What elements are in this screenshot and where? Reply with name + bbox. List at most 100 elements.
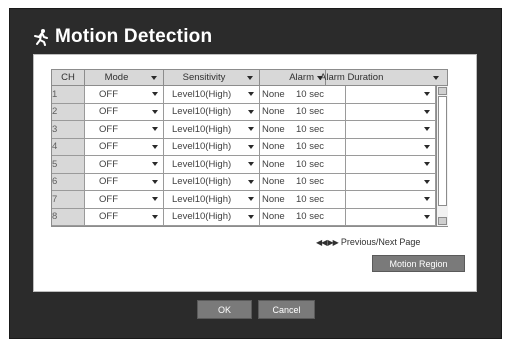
sensitivity-text: Level10(High) (172, 176, 232, 188)
mode-select[interactable]: OFF (85, 121, 164, 138)
scroll-down-button[interactable] (438, 217, 447, 225)
alarm-value[interactable]: None 10 sec (260, 156, 346, 173)
sensitivity-select[interactable]: Level10(High) (164, 173, 260, 190)
mode-select[interactable]: OFF (85, 191, 164, 208)
chevron-down-icon[interactable] (424, 92, 430, 97)
alarm-duration-select[interactable] (346, 138, 436, 155)
sensitivity-select[interactable]: Level10(High) (164, 86, 260, 103)
chevron-down-icon[interactable] (424, 127, 430, 132)
sensitivity-select[interactable]: Level10(High) (164, 191, 260, 208)
chevron-down-icon[interactable] (248, 92, 254, 97)
sensitivity-text: Level10(High) (172, 123, 232, 135)
chevron-down-icon[interactable] (424, 162, 430, 167)
sensitivity-select[interactable]: Level10(High) (164, 208, 260, 225)
mode-select[interactable]: OFF (85, 156, 164, 173)
ch-text: 7 (52, 193, 58, 205)
mode-select[interactable]: OFF (85, 86, 164, 103)
chevron-down-icon[interactable] (248, 197, 254, 202)
chevron-down-icon[interactable] (152, 109, 158, 114)
sensitivity-select[interactable]: Level10(High) (164, 103, 260, 120)
alarm-duration-select[interactable] (346, 191, 436, 208)
mode-select[interactable]: OFF (85, 103, 164, 120)
vertical-scrollbar[interactable] (436, 86, 448, 226)
mode-text: OFF (99, 176, 118, 188)
channel-cell: 1 (52, 86, 85, 103)
chevron-down-icon[interactable] (248, 162, 254, 167)
table-row: 3 OFF Level10(High) None 10 sec (52, 121, 436, 139)
alarm-duration-select[interactable] (346, 86, 436, 103)
mode-text: OFF (99, 193, 118, 205)
sensitivity-text: Level10(High) (172, 106, 232, 118)
mode-text: OFF (99, 123, 118, 135)
content-panel: CH Mode Sensitivity Alarm Alarm Duration… (33, 54, 477, 292)
header-alarm[interactable]: Alarm (260, 70, 326, 86)
scroll-thumb[interactable] (438, 96, 447, 206)
ch-text: 2 (52, 106, 58, 118)
alarm-duration-select[interactable] (346, 121, 436, 138)
chevron-down-icon[interactable] (152, 127, 158, 132)
chevron-down-icon[interactable] (248, 144, 254, 149)
header-alarm-duration[interactable]: Alarm Duration (320, 70, 447, 86)
alarm-text: None (262, 106, 285, 118)
alarm-value[interactable]: None 10 sec (260, 86, 346, 103)
alarm-duration-select[interactable] (346, 103, 436, 120)
alarm-value[interactable]: None 10 sec (260, 173, 346, 190)
chevron-down-icon[interactable] (152, 179, 158, 184)
alarm-text: None (262, 193, 285, 205)
sensitivity-text: Level10(High) (172, 158, 232, 170)
cancel-button[interactable]: Cancel (258, 300, 315, 319)
sensitivity-select[interactable]: Level10(High) (164, 156, 260, 173)
duration-text: 10 sec (296, 141, 324, 153)
mode-select[interactable]: OFF (85, 173, 164, 190)
ch-text: 3 (52, 123, 58, 135)
chevron-down-icon[interactable] (248, 109, 254, 114)
alarm-value[interactable]: None 10 sec (260, 138, 346, 155)
chevron-down-icon[interactable] (152, 162, 158, 167)
sensitivity-select[interactable]: Level10(High) (164, 121, 260, 138)
ok-button[interactable]: OK (197, 300, 252, 319)
alarm-duration-select[interactable] (346, 173, 436, 190)
chevron-down-icon[interactable] (424, 214, 430, 219)
channel-cell: 6 (52, 173, 85, 190)
alarm-value[interactable]: None 10 sec (260, 121, 346, 138)
chevron-down-icon[interactable] (152, 214, 158, 219)
alarm-duration-select[interactable] (346, 156, 436, 173)
dialog-title-bar: Motion Detection (31, 24, 212, 50)
chevron-down-icon (151, 75, 157, 80)
duration-text: 10 sec (296, 88, 324, 100)
header-mode[interactable]: Mode (85, 70, 164, 86)
chevron-down-icon[interactable] (152, 144, 158, 149)
page-navigation[interactable]: ◀◀ ▶▶ Previous/Next Page (316, 237, 420, 247)
alarm-text: None (262, 88, 285, 100)
page-arrows-icon[interactable]: ◀◀ ▶▶ (316, 238, 339, 247)
mode-select[interactable]: OFF (85, 208, 164, 225)
chevron-down-icon[interactable] (248, 214, 254, 219)
mode-select[interactable]: OFF (85, 138, 164, 155)
chevron-down-icon[interactable] (424, 144, 430, 149)
chevron-down-icon[interactable] (248, 179, 254, 184)
ch-text: 4 (52, 141, 58, 153)
chevron-down-icon[interactable] (424, 197, 430, 202)
alarm-value[interactable]: None 10 sec (260, 103, 346, 120)
table-row: 1 OFF Level10(High) None 10 sec (52, 86, 436, 104)
motion-region-button[interactable]: Motion Region (372, 255, 465, 272)
alarm-value[interactable]: None 10 sec (260, 191, 346, 208)
table-row: 5 OFF Level10(High) None 10 sec (52, 156, 436, 174)
sensitivity-select[interactable]: Level10(High) (164, 138, 260, 155)
ch-text: 1 (52, 88, 58, 100)
chevron-down-icon[interactable] (424, 109, 430, 114)
duration-text: 10 sec (296, 106, 324, 118)
scroll-up-button[interactable] (438, 87, 447, 95)
alarm-value[interactable]: None 10 sec (260, 208, 346, 225)
header-sensitivity[interactable]: Sensitivity (164, 70, 260, 86)
chevron-down-icon[interactable] (152, 197, 158, 202)
duration-text: 10 sec (296, 123, 324, 135)
duration-text: 10 sec (296, 193, 324, 205)
ch-text: 5 (52, 158, 58, 170)
channel-cell: 3 (52, 121, 85, 138)
chevron-down-icon[interactable] (424, 179, 430, 184)
chevron-down-icon[interactable] (152, 92, 158, 97)
chevron-down-icon[interactable] (248, 127, 254, 132)
duration-text: 10 sec (296, 158, 324, 170)
alarm-duration-select[interactable] (346, 208, 436, 225)
